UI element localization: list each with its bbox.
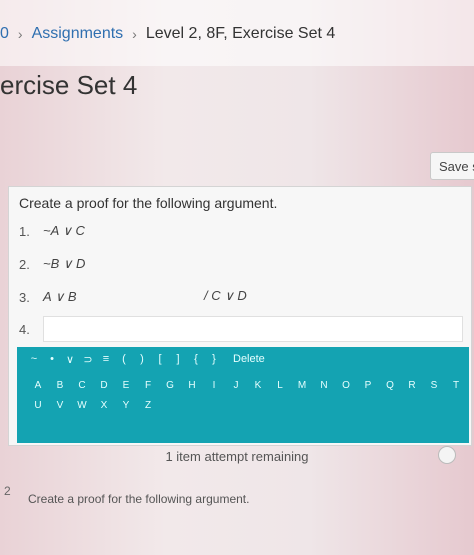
key-dot[interactable]: • xyxy=(43,353,61,366)
page-title: ercise Set 4 xyxy=(0,70,138,100)
key-letter[interactable]: J xyxy=(225,380,247,391)
key-tilde[interactable]: ~ xyxy=(25,353,43,366)
key-open-brace[interactable]: { xyxy=(187,353,205,366)
attempts-remaining: 1 item attempt remaining xyxy=(165,449,309,464)
key-letter[interactable]: Z xyxy=(137,400,159,411)
save-button[interactable]: Save s xyxy=(430,152,474,180)
line-expression: ~B ∨ D xyxy=(43,256,86,271)
chevron-right-icon: › xyxy=(17,26,23,42)
line-number: 3. xyxy=(19,289,30,305)
key-letter[interactable]: O xyxy=(335,380,357,391)
symbol-keypad: ~ • ∨ ⊃ ≡ ( ) [ ] { } Delete A B C D E F… xyxy=(17,347,469,443)
key-letter[interactable]: R xyxy=(401,380,423,391)
breadcrumb-current: Level 2, 8F, Exercise Set 4 xyxy=(145,25,336,42)
line-number: 4. xyxy=(19,321,30,337)
key-open-bracket[interactable]: [ xyxy=(151,353,169,366)
letter-row-1: A B C D E F G H I J K L M N O P Q R S T xyxy=(27,380,467,391)
key-letter[interactable]: C xyxy=(71,380,93,391)
key-letter[interactable]: N xyxy=(313,380,335,391)
key-letter[interactable]: K xyxy=(247,380,269,391)
key-open-paren[interactable]: ( xyxy=(115,353,133,366)
key-horseshoe[interactable]: ⊃ xyxy=(79,353,97,366)
key-triple-bar[interactable]: ≡ xyxy=(97,353,115,366)
delete-button[interactable]: Delete xyxy=(233,353,265,366)
key-letter[interactable]: V xyxy=(49,400,71,411)
key-letter[interactable]: D xyxy=(93,380,115,391)
key-or[interactable]: ∨ xyxy=(61,353,79,366)
key-letter[interactable]: I xyxy=(203,380,225,391)
key-close-paren[interactable]: ) xyxy=(133,353,151,366)
top-bar: 0 › Assignments › Level 2, 8F, Exercise … xyxy=(0,0,474,66)
key-letter[interactable]: M xyxy=(291,380,313,391)
key-close-brace[interactable]: } xyxy=(205,353,223,366)
next-question-number: 2 xyxy=(4,484,11,498)
status-circle-icon xyxy=(438,446,456,464)
premise-line-3: 3. A ∨ B xyxy=(19,285,77,309)
premise-line-2: 2. ~B ∨ D xyxy=(19,252,85,276)
line-expression: ~A ∨ C xyxy=(43,223,85,238)
key-letter[interactable]: L xyxy=(269,380,291,391)
key-letter[interactable]: A xyxy=(27,380,49,391)
line-expression: A ∨ B xyxy=(43,289,77,304)
key-letter[interactable]: Y xyxy=(115,400,137,411)
key-letter[interactable]: T xyxy=(445,380,467,391)
key-letter[interactable]: Q xyxy=(379,380,401,391)
input-line-number: 4. xyxy=(19,317,43,341)
key-letter[interactable]: H xyxy=(181,380,203,391)
line-number: 1. xyxy=(19,223,30,239)
key-close-bracket[interactable]: ] xyxy=(169,353,187,366)
key-letter[interactable]: S xyxy=(423,380,445,391)
key-letter[interactable]: F xyxy=(137,380,159,391)
key-letter[interactable]: E xyxy=(115,380,137,391)
premise-line-1: 1. ~A ∨ C xyxy=(19,219,85,243)
question-prompt: Create a proof for the following argumen… xyxy=(19,195,278,211)
proof-line-input[interactable] xyxy=(43,316,463,342)
key-letter[interactable]: B xyxy=(49,380,71,391)
letter-row-2: U V W X Y Z xyxy=(27,400,159,411)
conclusion: / C ∨ D xyxy=(204,288,247,303)
breadcrumb-prefix[interactable]: 0 xyxy=(0,25,9,43)
breadcrumb-assignments[interactable]: Assignments xyxy=(32,25,124,43)
key-letter[interactable]: U xyxy=(27,400,49,411)
key-letter[interactable]: P xyxy=(357,380,379,391)
key-letter[interactable]: G xyxy=(159,380,181,391)
key-letter[interactable]: W xyxy=(71,400,93,411)
breadcrumb: 0 › Assignments › Level 2, 8F, Exercise … xyxy=(0,22,335,46)
line-number: 2. xyxy=(19,256,30,272)
chevron-right-icon: › xyxy=(132,26,137,42)
question-card: Create a proof for the following argumen… xyxy=(8,186,472,446)
next-question-prompt: Create a proof for the following argumen… xyxy=(28,492,250,506)
key-letter[interactable]: X xyxy=(93,400,115,411)
symbol-row: ~ • ∨ ⊃ ≡ ( ) [ ] { } Delete xyxy=(25,353,265,366)
